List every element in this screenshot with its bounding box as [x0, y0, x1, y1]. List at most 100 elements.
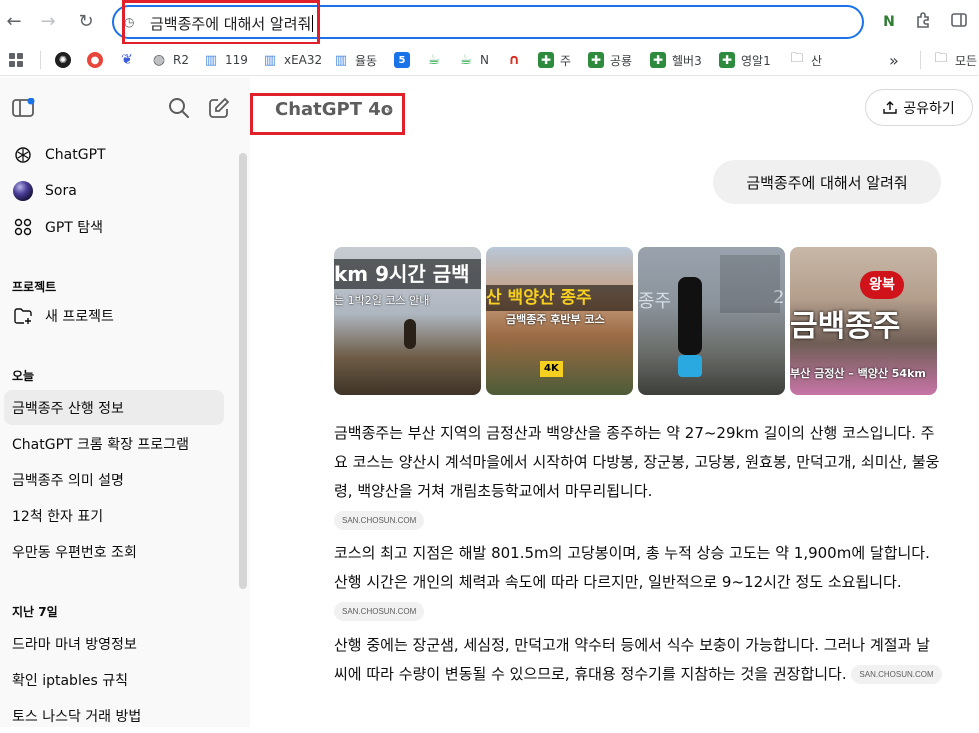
- citation-chip[interactable]: SAN.CHOSUN.COM: [334, 602, 425, 621]
- sora-icon: [12, 180, 34, 202]
- video-thumbnail[interactable]: km 9시간 금백 는 1박2일 코스 안내: [334, 247, 481, 395]
- assistant-paragraph: 산행 중에는 장군샘, 세심정, 만덕고개 약수터 등에서 식수 보충이 가능합…: [334, 631, 942, 689]
- n-extension-icon[interactable]: N: [878, 11, 900, 33]
- sidebar-scrollbar[interactable]: [239, 153, 247, 589]
- history-label: 확인 iptables 규칙: [12, 672, 128, 689]
- history-item[interactable]: 토스 나스닥 거래 방법: [4, 698, 224, 733]
- bookmark-r2[interactable]: ◍ R2: [151, 50, 189, 70]
- paragraph-text: 코스의 최고 지점은 해발 801.5m의 고당봉이며, 총 누적 상승 고도는…: [334, 544, 930, 591]
- more-label: »: [889, 50, 899, 70]
- bookmark-red[interactable]: ●: [87, 50, 109, 70]
- bookmark-label: 119: [225, 53, 248, 67]
- bookmark-label: 율동: [355, 53, 378, 68]
- share-label: 공유하기: [903, 100, 955, 117]
- bookmark-other-folder[interactable]: 🗀 모든: [933, 50, 977, 70]
- reload-icon[interactable]: ↻: [74, 10, 98, 34]
- cross-icon: ✚: [719, 52, 735, 68]
- bookmark-folder-san[interactable]: 🗀 산: [789, 50, 822, 70]
- thumbnail-caption: 종주: [638, 291, 672, 312]
- bookmark-wing[interactable]: ❦: [119, 50, 141, 70]
- thumbnail-sub: 금백종주 후반부 코스: [506, 313, 605, 326]
- bookmark-119[interactable]: ▥ 119: [203, 50, 248, 70]
- assistant-paragraph: 코스의 최고 지점은 해발 801.5m의 고당봉이며, 총 누적 상승 고도는…: [334, 539, 942, 626]
- bookmark-n[interactable]: ☕ N: [458, 50, 489, 70]
- history-item[interactable]: ChatGPT 크롬 확장 프로그램: [4, 426, 224, 461]
- bookmark-yuldong[interactable]: ▥ 율동: [333, 50, 377, 70]
- cup-icon: ☕: [459, 52, 473, 68]
- bookmarks-divider: [40, 51, 41, 69]
- back-icon[interactable]: ←: [2, 10, 26, 34]
- today-heading: 오늘: [12, 369, 35, 383]
- nav-explore-gpt[interactable]: GPT 탐색: [0, 210, 232, 244]
- cross-icon: ✚: [650, 52, 666, 68]
- history-item[interactable]: 금백종주 산행 정보: [4, 390, 224, 425]
- bookmark-label: 영알1: [741, 53, 771, 68]
- openai-icon: ✺: [55, 52, 71, 68]
- chart-icon: ▥: [204, 52, 218, 68]
- nav-sora[interactable]: Sora: [0, 174, 232, 208]
- history-label: 금백종주 산행 정보: [12, 400, 124, 417]
- video-thumbnail[interactable]: 왕복 금백종주 부산 금정산 – 백양산 54km: [790, 247, 937, 395]
- chart-icon: ▥: [263, 52, 277, 68]
- highlight-box-omnibox: [122, 0, 320, 45]
- extensions-puzzle-icon[interactable]: [913, 11, 935, 33]
- apps-grid-icon[interactable]: [9, 50, 23, 70]
- paragraph-text: 금백종주는 부산 지역의 금정산과 백양산을 종주하는 약 27~29km 길이…: [334, 424, 940, 500]
- openai-icon: [12, 144, 34, 166]
- bookmark-openai[interactable]: ✺: [55, 50, 77, 70]
- citation-chip[interactable]: SAN.CHOSUN.COM: [334, 511, 425, 530]
- video-thumbnail[interactable]: 종주 2: [638, 247, 785, 395]
- bookmark-five[interactable]: 5: [394, 50, 416, 70]
- history-label: 우만동 우편번호 조회: [12, 544, 137, 561]
- bookmark-gongryong[interactable]: ✚ 공룡: [588, 50, 632, 70]
- history-label: 12척 한자 표기: [12, 508, 104, 525]
- video-thumbnail[interactable]: 산 백양산 종주 금백종주 후반부 코스 4K: [486, 247, 633, 395]
- history-item[interactable]: 12척 한자 표기: [4, 498, 224, 533]
- bookmark-cup[interactable]: ☕: [426, 50, 448, 70]
- toggle-sidebar-icon[interactable]: [12, 97, 36, 122]
- history-label: 토스 나스닥 거래 방법: [12, 708, 142, 725]
- bookmark-label: 주: [560, 53, 572, 68]
- red-circle-icon: ●: [87, 52, 103, 68]
- folder-plus-icon: [12, 305, 34, 327]
- bookmark-yeongal1[interactable]: ✚ 영알1: [719, 50, 771, 70]
- forward-icon[interactable]: →: [36, 10, 60, 34]
- globe-icon: ◍: [152, 52, 166, 68]
- history-label: 금백종주 의미 설명: [12, 472, 124, 489]
- bookmark-label: 산: [811, 53, 823, 68]
- bookmark-ju[interactable]: ✚ 주: [538, 50, 571, 70]
- history-item[interactable]: 우만동 우편번호 조회: [4, 534, 224, 569]
- bookmark-xea32[interactable]: ▥ xEA32: [262, 50, 322, 70]
- new-project-button[interactable]: 새 프로젝트: [0, 299, 232, 333]
- bookmarks-divider: [920, 51, 921, 69]
- bookmark-label: N: [480, 53, 489, 67]
- share-button[interactable]: 공유하기: [865, 89, 973, 126]
- new-chat-icon[interactable]: [208, 97, 230, 123]
- week-heading: 지난 7일: [12, 605, 58, 619]
- bookmark-label: 헬버3: [672, 53, 702, 68]
- round-trip-badge: 왕복: [860, 271, 904, 299]
- history-item[interactable]: 확인 iptables 규칙: [4, 662, 224, 697]
- history-item[interactable]: 금백종주 의미 설명: [4, 462, 224, 497]
- search-icon[interactable]: [168, 97, 190, 123]
- bookmark-helber3[interactable]: ✚ 헬버3: [650, 50, 702, 70]
- history-item[interactable]: 드라마 마녀 방영정보: [4, 626, 224, 661]
- folder-icon: 🗀: [790, 51, 804, 66]
- resolution-badge: 4K: [540, 361, 563, 377]
- bookmark-label: 공룡: [610, 53, 633, 68]
- sidebar-header: [0, 77, 250, 137]
- sidebar-panel-icon[interactable]: [948, 11, 970, 33]
- chart-icon: ▥: [334, 52, 348, 68]
- thumbnail-sub: 부산 금정산 – 백양산 54km: [790, 367, 926, 380]
- user-message: 금백종주에 대해서 알려줘: [713, 160, 941, 204]
- bookmarks-more-button[interactable]: »: [889, 50, 899, 70]
- history-label: ChatGPT 크롬 확장 프로그램: [12, 436, 189, 453]
- citation-chip[interactable]: SAN.CHOSUN.COM: [851, 665, 942, 684]
- cross-icon: ✚: [588, 52, 604, 68]
- bookmark-label: R2: [173, 53, 189, 67]
- nav-chatgpt[interactable]: ChatGPT: [0, 138, 232, 172]
- bookmark-arch[interactable]: ∩: [506, 50, 528, 70]
- route-text-block: [720, 255, 780, 313]
- folder-icon: 🗀: [934, 51, 948, 66]
- grid-icon: [12, 216, 34, 238]
